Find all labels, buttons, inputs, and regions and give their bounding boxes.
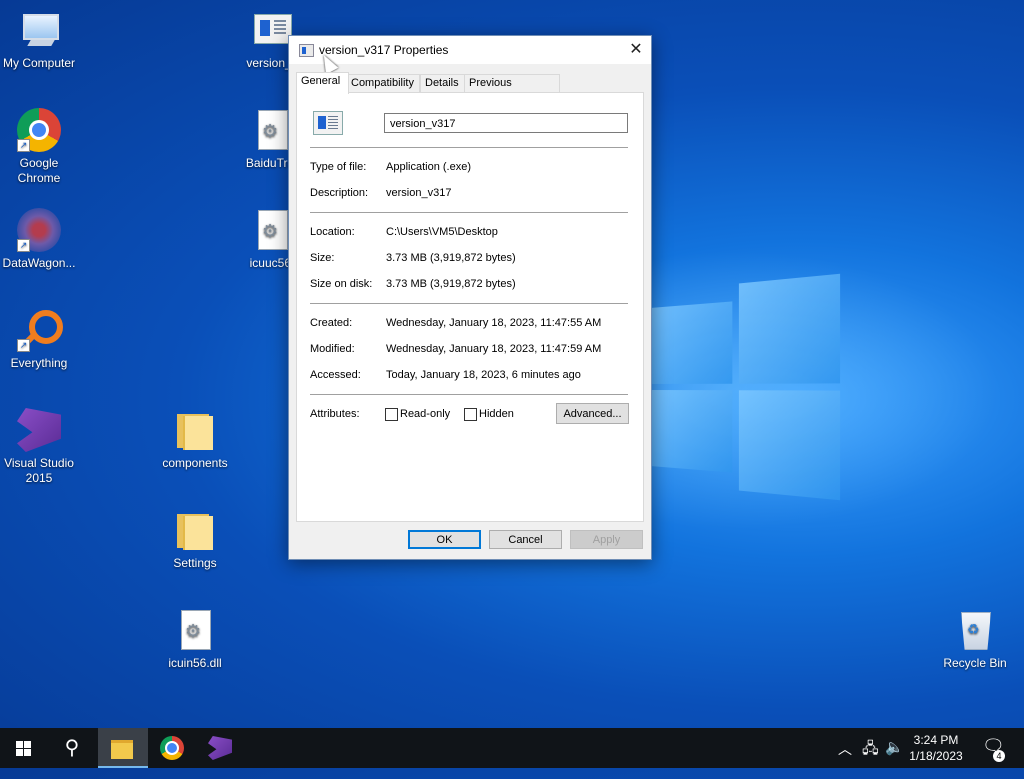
dll-file-icon: ⚙ <box>173 608 217 652</box>
location-label: Location: <box>310 226 355 238</box>
desktop-icon-label: My Computer <box>2 56 76 70</box>
desktop-icon-everything[interactable]: ↗ Everything <box>0 308 78 371</box>
recycle-bin-icon: ♻ <box>953 608 997 652</box>
desktop-icon-label: DataWagon... <box>2 256 76 270</box>
accessed-value: Today, January 18, 2023, 6 minutes ago <box>386 369 581 381</box>
modified-value: Wednesday, January 18, 2023, 11:47:59 AM <box>386 343 602 355</box>
created-value: Wednesday, January 18, 2023, 11:47:55 AM <box>386 317 602 329</box>
desktop-icon-components[interactable]: components <box>156 408 234 471</box>
datawagon-icon: ↗ <box>17 208 61 252</box>
desktop-icon-label: Everything <box>10 356 68 370</box>
type-value: Application (.exe) <box>386 161 471 173</box>
search-icon[interactable]: ⚲ <box>48 728 96 768</box>
modified-label: Modified: <box>310 343 355 355</box>
desktop-icon-my-computer[interactable]: My Computer <box>0 8 78 71</box>
folder-icon <box>173 408 217 452</box>
chrome-icon: ↗ <box>17 108 61 152</box>
desktop-icon-datawagon[interactable]: ↗ DataWagon... <box>0 208 78 271</box>
desktop-icon-visual-studio[interactable]: Visual Studio 2015 <box>0 408 78 486</box>
tab-general[interactable]: General <box>296 72 349 94</box>
desktop-icon-label: Google Chrome <box>17 156 61 185</box>
desktop-icon-label: Settings <box>173 556 217 570</box>
start-button[interactable] <box>0 728 48 768</box>
divider <box>310 147 628 148</box>
hidden-checkbox[interactable] <box>464 408 477 421</box>
properties-dialog: version_v317 Properties ✕ General Compat… <box>288 35 652 560</box>
desktop-icon-label: Recycle Bin <box>943 656 1007 670</box>
ok-button[interactable]: OK <box>408 530 481 549</box>
size-on-disk-value: 3.73 MB (3,919,872 bytes) <box>386 278 516 290</box>
dialog-titlebar[interactable]: version_v317 Properties ✕ <box>289 36 651 64</box>
size-on-disk-label: Size on disk: <box>310 278 373 290</box>
size-value: 3.73 MB (3,919,872 bytes) <box>386 252 516 264</box>
divider <box>310 212 628 213</box>
network-icon[interactable]: 🖧 <box>862 738 879 778</box>
accessed-label: Accessed: <box>310 369 361 381</box>
desktop-icon-settings[interactable]: Settings <box>156 508 234 571</box>
divider <box>310 303 628 304</box>
everything-icon: ↗ <box>17 308 63 352</box>
close-button[interactable]: ✕ <box>621 36 651 64</box>
chrome-taskbar-icon[interactable] <box>148 728 196 768</box>
file-explorer-taskbar-icon[interactable] <box>98 728 148 768</box>
volume-icon[interactable]: 🔈 <box>885 738 904 778</box>
desktop-icon-chrome[interactable]: ↗ Google Chrome <box>0 108 78 186</box>
tab-details[interactable]: Details <box>420 74 466 92</box>
folder-icon <box>173 508 217 552</box>
clock-date: 1/18/2023 <box>909 749 963 763</box>
apply-button[interactable]: Apply <box>570 530 643 549</box>
desktop-icon-icuin[interactable]: ⚙ icuin56.dll <box>156 608 234 671</box>
description-value: version_v317 <box>386 187 452 199</box>
readonly-checkbox[interactable] <box>385 408 398 421</box>
clock-time: 3:24 PM <box>913 733 959 747</box>
hidden-label: Hidden <box>479 408 514 420</box>
desktop-icon-recycle-bin[interactable]: ♻ Recycle Bin <box>936 608 1014 671</box>
taskbar: ⚲ ︿ 🖧 🔈 3:24 PM 1/18/2023 🗨 4 <box>0 728 1024 768</box>
desktop-icon-label: Visual Studio 2015 <box>4 456 74 485</box>
divider <box>310 394 628 395</box>
visual-studio-taskbar-icon[interactable] <box>196 728 244 768</box>
visual-studio-icon <box>17 408 61 452</box>
clock[interactable]: 3:24 PM 1/18/2023 <box>906 732 966 764</box>
general-panel: version_v317 Type of file: Application (… <box>296 92 644 522</box>
tab-compatibility[interactable]: Compatibility <box>346 74 420 92</box>
size-label: Size: <box>310 252 335 264</box>
dialog-title: version_v317 Properties <box>319 43 449 57</box>
location-value: C:\Users\VM5\Desktop <box>386 226 498 238</box>
exe-file-icon <box>313 111 343 135</box>
tab-previous-versions[interactable]: Previous Versions <box>464 74 560 106</box>
advanced-button[interactable]: Advanced... <box>556 403 629 424</box>
desktop-icon-label: components <box>162 456 228 470</box>
created-label: Created: <box>310 317 353 329</box>
computer-icon <box>17 8 61 52</box>
readonly-label: Read-only <box>400 408 451 420</box>
notification-count-badge: 4 <box>993 750 1005 762</box>
attributes-label: Attributes: <box>310 408 360 420</box>
file-name-field[interactable]: version_v317 <box>384 113 628 133</box>
windows-logo-wallpaper <box>650 273 841 501</box>
exe-title-icon <box>299 44 314 57</box>
desktop-icon-label: icuin56.dll <box>168 656 222 670</box>
description-label: Description: <box>310 187 369 199</box>
cancel-button[interactable]: Cancel <box>489 530 562 549</box>
show-hidden-icons-chevron[interactable]: ︿ <box>838 739 852 779</box>
type-label: Type of file: <box>310 161 367 173</box>
